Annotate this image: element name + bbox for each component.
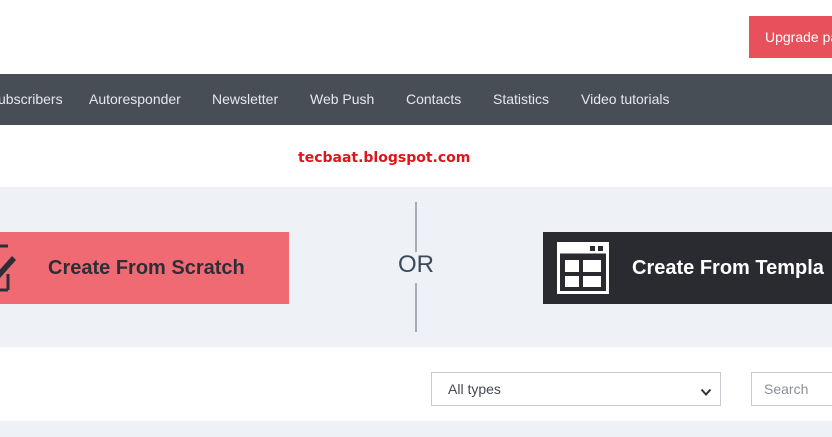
- create-from-template-button[interactable]: Create From Templa: [543, 232, 832, 304]
- top-header: Upgrade pa: [0, 0, 832, 74]
- create-from-scratch-button[interactable]: Create From Scratch: [0, 232, 289, 304]
- create-section: Create From Scratch OR Create From Templ…: [0, 187, 832, 347]
- page: Upgrade pa ubscribers Autoresponder News…: [0, 0, 832, 437]
- nav-item-statistics[interactable]: Statistics: [493, 74, 549, 125]
- pencil-edit-icon: [0, 244, 18, 292]
- nav-item-video-tutorials[interactable]: Video tutorials: [581, 74, 669, 125]
- or-separator: OR: [398, 251, 434, 278]
- upgrade-button[interactable]: Upgrade pa: [749, 16, 832, 58]
- create-from-scratch-label: Create From Scratch: [48, 257, 245, 279]
- divider-line-top: [415, 202, 417, 252]
- watermark-text: tecbaat.blogspot.com: [298, 150, 471, 166]
- content-area-top: [0, 421, 832, 437]
- type-select[interactable]: All types: [431, 372, 721, 406]
- nav-item-subscribers[interactable]: ubscribers: [0, 74, 63, 125]
- template-grid-icon: [557, 242, 609, 294]
- nav-item-contacts[interactable]: Contacts: [406, 74, 461, 125]
- main-nav: ubscribers Autoresponder Newsletter Web …: [0, 74, 832, 125]
- nav-item-newsletter[interactable]: Newsletter: [212, 74, 278, 125]
- nav-item-web-push[interactable]: Web Push: [310, 74, 374, 125]
- chevron-down-icon: [700, 384, 712, 396]
- divider-line-bottom: [415, 283, 417, 332]
- create-from-template-label: Create From Templa: [632, 257, 824, 279]
- filters-bar: All types: [0, 347, 832, 421]
- type-select-value: All types: [448, 381, 501, 397]
- nav-item-autoresponder[interactable]: Autoresponder: [89, 74, 181, 125]
- search-input[interactable]: [751, 372, 832, 406]
